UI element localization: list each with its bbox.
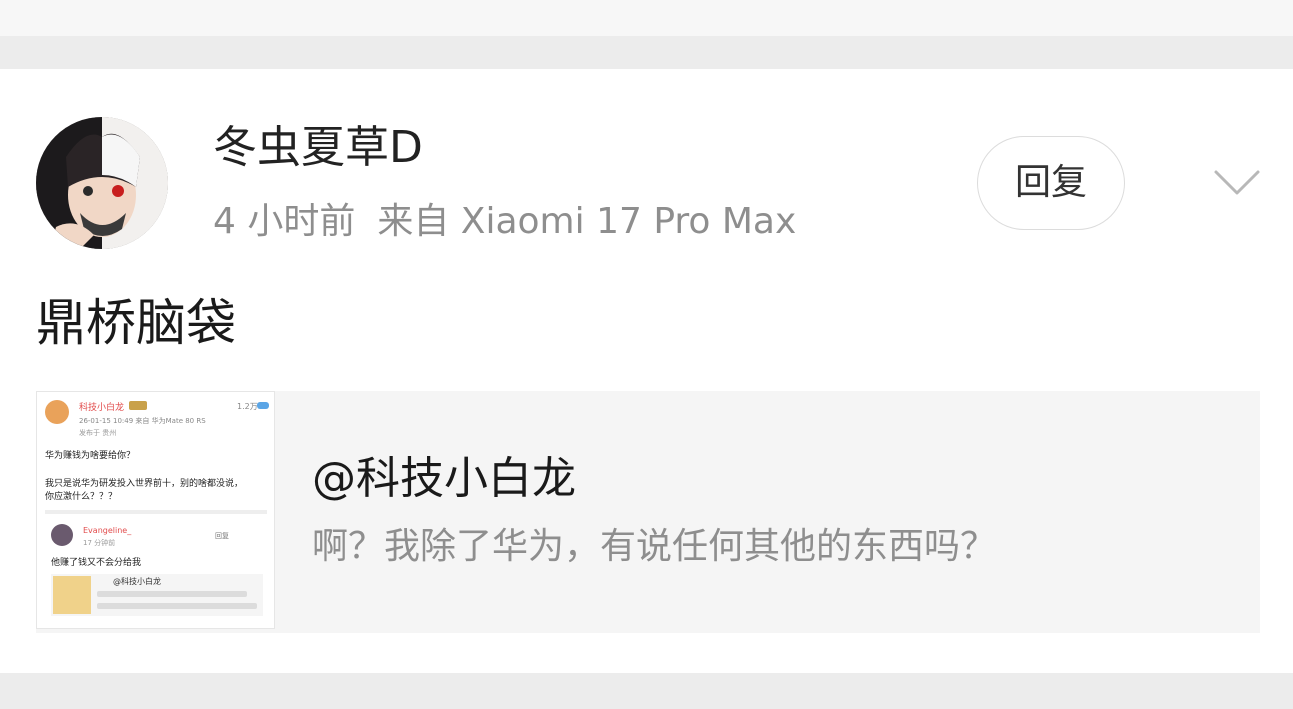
thumb-blur-line — [97, 603, 257, 609]
thumb-reply-time: 17 分钟前 — [83, 539, 116, 547]
avatar-image — [36, 117, 168, 249]
thumb-location: 发布于 贵州 — [79, 429, 117, 437]
thumb-time: 26-01-15 10:49 来自 华为Mate 80 RS — [79, 417, 206, 425]
comment-meta: 4 小时前 来自 Xiaomi 17 Pro Max — [213, 197, 796, 247]
thumb-reply-avatar — [51, 524, 73, 546]
thumb-reply-text: 他赚了钱又不会分给我 — [51, 558, 142, 568]
thumb-blur-line — [97, 591, 247, 597]
thumb-text-line-3: 你应激什么？？？ — [45, 492, 118, 502]
top-strip — [0, 0, 1293, 36]
quoted-post-thumbnail[interactable]: 科技小白龙 1.2万 26-01-15 10:49 来自 华为Mate 80 R… — [36, 391, 275, 629]
avatar[interactable] — [36, 117, 168, 249]
thumb-text-line-1: 华为赚钱为啥要给你？ — [45, 451, 136, 461]
thumb-username: 科技小白龙 — [79, 403, 125, 413]
reply-button[interactable]: 回复 — [977, 136, 1125, 230]
comment-source: 来自 Xiaomi 17 Pro Max — [377, 201, 797, 242]
username[interactable]: 冬虫夏草D — [213, 120, 423, 176]
section-divider-top — [0, 36, 1293, 69]
quoted-post-card[interactable]: 科技小白龙 1.2万 26-01-15 10:49 来自 华为Mate 80 R… — [36, 391, 1260, 633]
chevron-down-icon[interactable] — [1212, 162, 1262, 202]
section-divider-bottom — [0, 673, 1293, 709]
quoted-post-text: 啊？我除了华为，有说任何其他的东西吗？ — [312, 526, 997, 567]
thumb-inner-title: @科技小白龙 — [113, 577, 161, 586]
thumb-badge — [257, 402, 269, 409]
thumb-inner-image — [53, 576, 91, 614]
thumb-reply-label: 回复 — [215, 532, 229, 540]
quoted-post-author[interactable]: @科技小白龙 — [312, 451, 576, 507]
thumb-avatar — [45, 400, 69, 424]
comment-text: 鼎桥脑袋 — [36, 294, 236, 352]
thumb-text-line-2: 我只是说华为研发投入世界前十，别的啥都没说， — [45, 479, 244, 489]
thumb-divider — [45, 510, 267, 514]
thumb-crown-icon — [129, 401, 147, 410]
comment-time: 4 小时前 — [213, 201, 356, 242]
thumb-count: 1.2万 — [237, 402, 258, 411]
thumb-reply-username: Evangeline_ — [83, 526, 132, 535]
